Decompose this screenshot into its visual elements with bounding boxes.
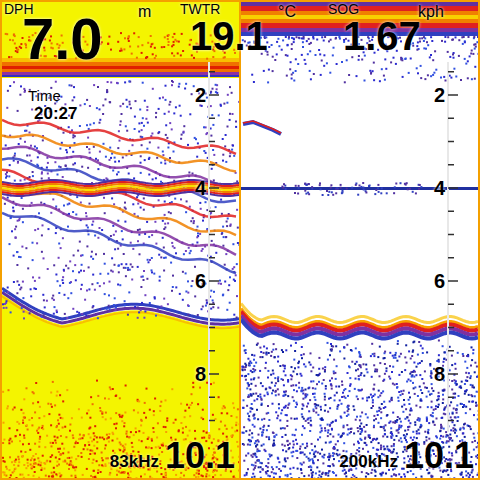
time-value: 20:27 xyxy=(34,105,77,122)
temp-label: TWTR xyxy=(180,2,220,16)
temp-value: 19.1 xyxy=(190,16,268,56)
depth-scale-label: 6 xyxy=(431,271,445,291)
depth-scale-label: 4 xyxy=(192,178,206,198)
range-label: 10.1 xyxy=(165,438,235,474)
header-overlay: DPH 7.0 m TWTR 19.1 °C SOG 1.67 kph Time… xyxy=(0,0,480,480)
bottom-echo xyxy=(2,78,239,328)
depth-scale-label: 6 xyxy=(192,271,206,291)
echogram xyxy=(241,2,478,478)
range-label: 10.1 xyxy=(404,438,474,474)
depth-label: DPH xyxy=(4,2,34,16)
depth-scale xyxy=(209,62,219,432)
frequency-label: 83kHz xyxy=(110,453,159,470)
time-label: Time xyxy=(28,88,77,103)
speed-unit: kph xyxy=(418,4,444,20)
frequency-label: 200kHz xyxy=(339,453,398,470)
sonar-panel: 2 4 6 8 83kHz 10.1 xyxy=(2,2,239,478)
echogram xyxy=(2,2,239,478)
depth-unit: m xyxy=(138,4,151,20)
panel-row: 2 4 6 8 83kHz 10.1 2 4 6 8 200kHz 10.1 xyxy=(2,2,478,478)
sonar-panel: 2 4 6 8 200kHz 10.1 xyxy=(241,2,478,478)
depth-scale xyxy=(448,62,458,432)
depth-scale-label: 2 xyxy=(431,85,445,105)
depth-scale-label: 4 xyxy=(431,178,445,198)
panel-footer: 200kHz 10.1 xyxy=(339,438,474,474)
panel-footer: 83kHz 10.1 xyxy=(110,438,235,474)
depth-scale-label: 8 xyxy=(192,364,206,384)
speed-value: 1.67 xyxy=(343,16,421,56)
bottom-echo xyxy=(241,304,478,339)
depth-value: 7.0 xyxy=(22,10,103,68)
time-display: Time 20:27 xyxy=(28,88,77,122)
sonar-screen: 2 4 6 8 83kHz 10.1 2 4 6 8 200kHz 10.1 DPH 7.0 m TW… xyxy=(0,0,480,480)
speed-label: SOG xyxy=(328,2,359,16)
depth-scale-label: 8 xyxy=(431,364,445,384)
depth-scale-label: 2 xyxy=(192,85,206,105)
temp-unit: °C xyxy=(278,4,296,20)
